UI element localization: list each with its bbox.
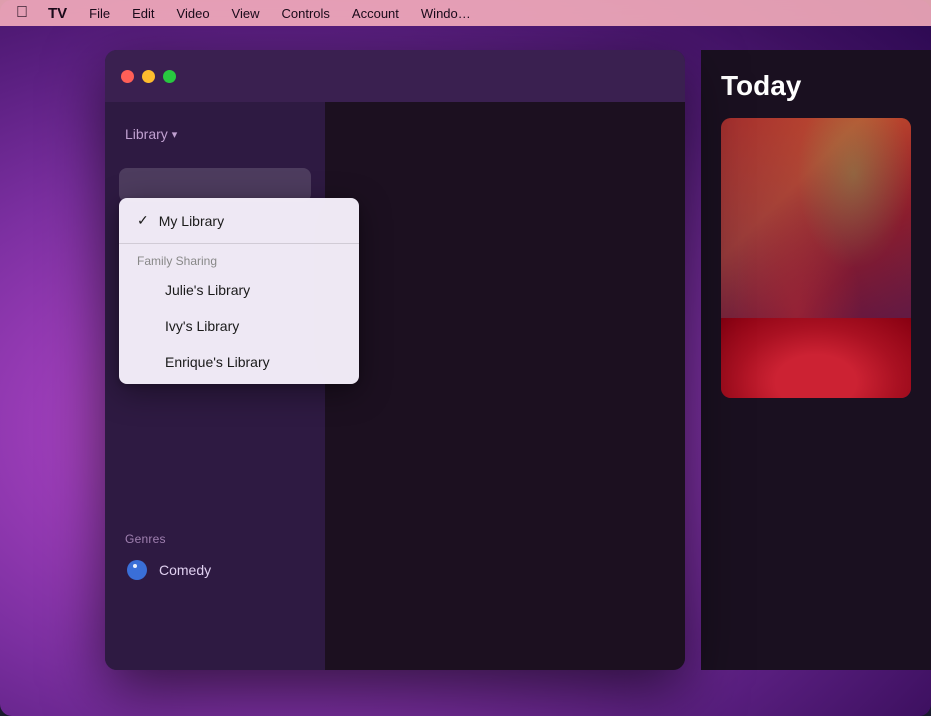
close-button[interactable] <box>121 70 134 83</box>
enriques-library-label: Enrique's Library <box>165 354 270 370</box>
comedy-sidebar-item[interactable]: Comedy <box>105 550 325 590</box>
ivys-library-item[interactable]: Ivy's Library <box>119 308 359 344</box>
dropdown-divider <box>119 243 359 244</box>
title-bar <box>105 50 685 102</box>
library-header-label: Library <box>125 126 168 142</box>
video-menu-item[interactable]: Video <box>167 2 220 24</box>
apple-menu-item[interactable]:  <box>8 2 36 24</box>
comedy-label: Comedy <box>159 562 211 578</box>
view-menu-item[interactable]: View <box>222 2 270 24</box>
edit-menu-item[interactable]: Edit <box>122 2 164 24</box>
comedy-icon <box>125 558 149 582</box>
tv-menu-item[interactable]: TV <box>38 2 77 24</box>
account-menu-item[interactable]: Account <box>342 2 409 24</box>
my-library-item[interactable]: ✓ My Library <box>119 202 359 239</box>
library-dropdown-menu: ✓ My Library Family Sharing Julie's Libr… <box>119 198 359 384</box>
sidebar: Library ▾ ✓ My Library Family Sharing Ju… <box>105 102 325 670</box>
search-bar[interactable] <box>119 168 311 202</box>
julies-library-item[interactable]: Julie's Library <box>119 272 359 308</box>
checkmark-icon: ✓ <box>137 212 149 229</box>
comedy-icon-svg <box>126 559 148 581</box>
julies-library-label: Julie's Library <box>165 282 250 298</box>
file-menu-item[interactable]: File <box>79 2 120 24</box>
movie-flower-area <box>721 318 911 398</box>
library-dropdown-trigger[interactable]: Library ▾ <box>105 118 325 150</box>
movie-thumbnail[interactable] <box>721 118 911 398</box>
family-sharing-header: Family Sharing <box>119 248 359 272</box>
genres-section-label: Genres <box>105 524 325 550</box>
window-menu-item[interactable]: Windo… <box>411 2 481 24</box>
my-library-label: My Library <box>159 213 224 229</box>
app-window: Library ▾ ✓ My Library Family Sharing Ju… <box>105 50 685 670</box>
controls-menu-item[interactable]: Controls <box>272 2 340 24</box>
maximize-button[interactable] <box>163 70 176 83</box>
minimize-button[interactable] <box>142 70 155 83</box>
enriques-library-item[interactable]: Enrique's Library <box>119 344 359 380</box>
chevron-down-icon: ▾ <box>172 128 178 141</box>
menu-bar:  TV File Edit Video View Controls Accou… <box>0 0 931 26</box>
today-panel: Today <box>701 50 931 670</box>
today-title: Today <box>721 70 911 102</box>
ivys-library-label: Ivy's Library <box>165 318 239 334</box>
main-content <box>325 102 685 670</box>
